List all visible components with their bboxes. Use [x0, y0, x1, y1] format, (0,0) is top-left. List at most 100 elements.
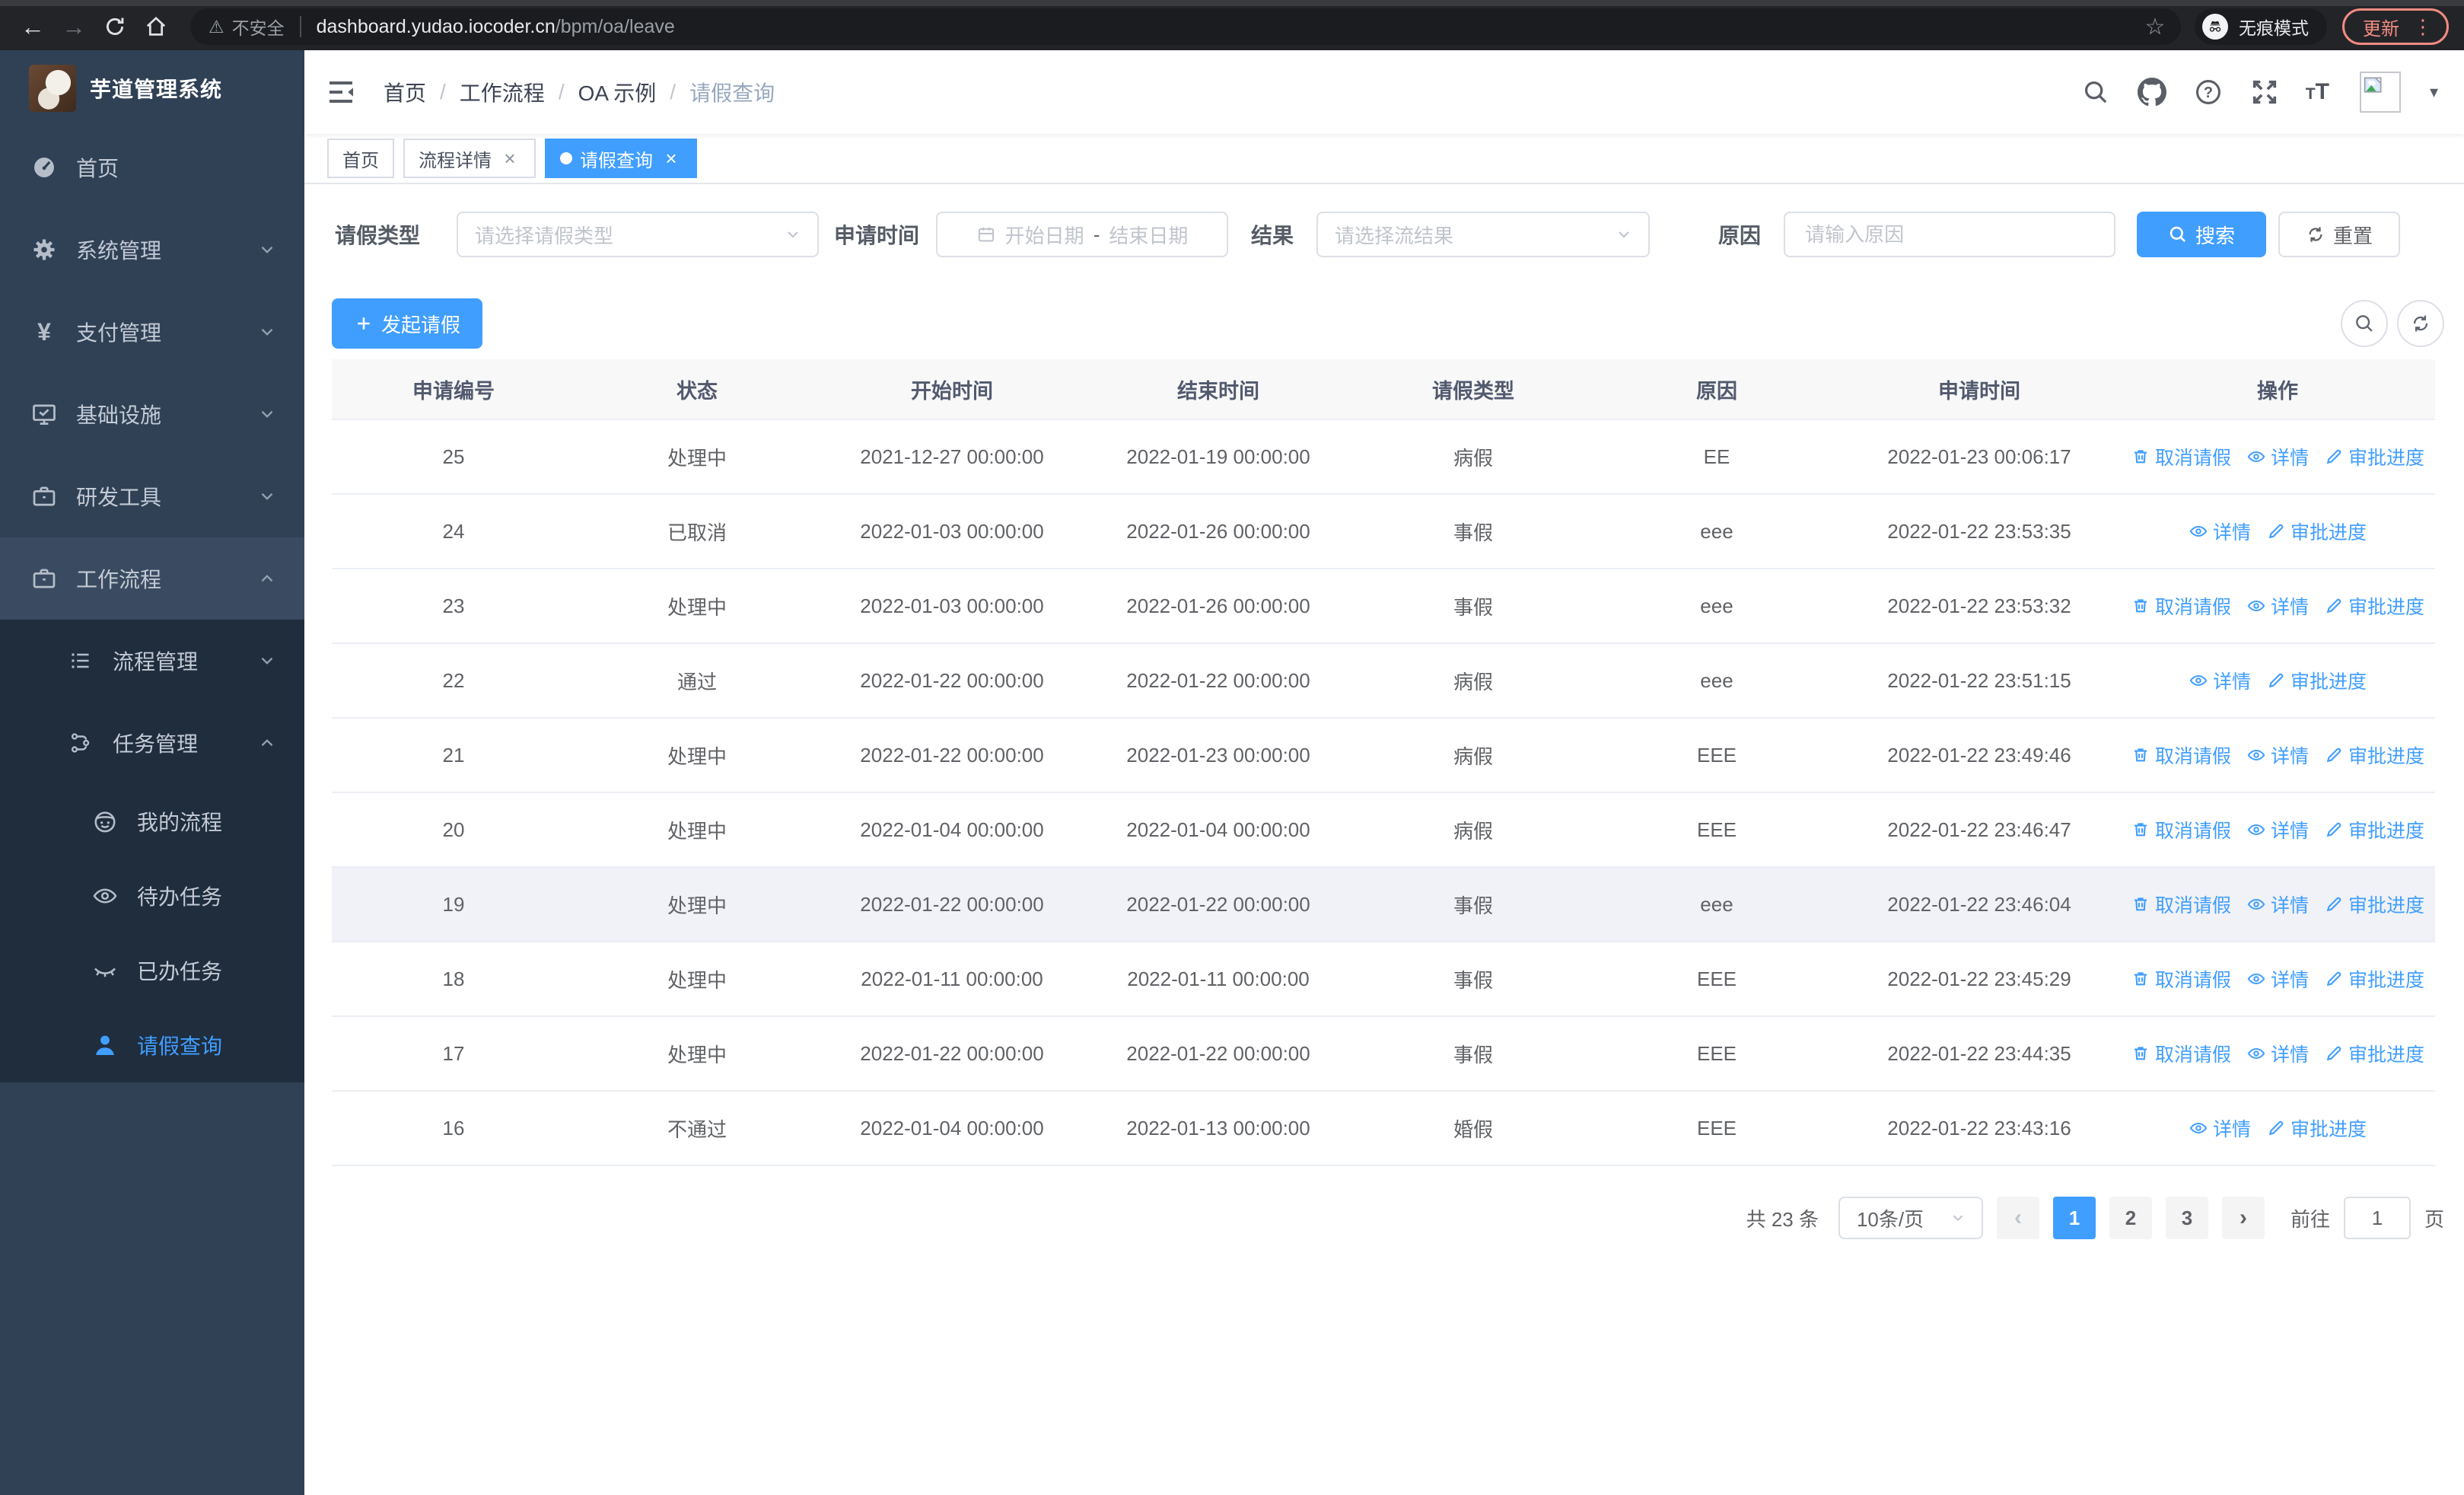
github-icon[interactable] — [2137, 77, 2167, 107]
goto-page-input[interactable] — [2343, 1197, 2411, 1239]
cancel-action-link[interactable]: 取消请假 — [2131, 1040, 2231, 1067]
sidebar-item-支付管理[interactable]: ¥ 支付管理 — [0, 291, 304, 373]
sidebar-item-请假查询[interactable]: 请假查询 — [0, 1008, 304, 1082]
reload-icon[interactable] — [94, 6, 135, 47]
prev-page-button[interactable]: ‹ — [1996, 1197, 2039, 1239]
apply-time-label: 申请时间 — [834, 224, 920, 247]
help-icon[interactable]: ? — [2193, 77, 2224, 107]
cancel-action-link[interactable]: 取消请假 — [2131, 816, 2231, 843]
page-size-select[interactable]: 10条/页 — [1838, 1197, 1983, 1239]
tab-流程详情[interactable]: 流程详情 × — [403, 139, 536, 178]
pen-icon — [2324, 969, 2344, 989]
cancel-action-link[interactable]: 取消请假 — [2131, 592, 2231, 620]
chevron-down-icon — [257, 651, 277, 671]
sidebar-item-研发工具[interactable]: 研发工具 — [0, 455, 304, 537]
close-icon[interactable]: × — [499, 147, 520, 171]
detail-action-link[interactable]: 详情 — [2189, 667, 2251, 694]
eye-sm-icon — [2246, 894, 2266, 914]
site-security[interactable]: ⚠ 不安全 — [209, 14, 285, 40]
sidebar-item-label: 待办任务 — [137, 885, 223, 909]
detail-action-link[interactable]: 详情 — [2246, 741, 2309, 769]
forward-icon[interactable]: → — [53, 6, 94, 47]
progress-action-link[interactable]: 审批进度 — [2324, 741, 2424, 769]
breadcrumb-item[interactable]: 首页 — [384, 77, 426, 107]
progress-action-link[interactable]: 审批进度 — [2324, 443, 2424, 470]
cell-status: 已取消 — [667, 521, 727, 544]
collapse-sidebar-icon[interactable] — [326, 75, 359, 109]
progress-action-link[interactable]: 审批进度 — [2266, 518, 2367, 545]
sidebar-logo-row[interactable]: 芋道管理系统 — [0, 50, 304, 126]
leave-type-select[interactable]: 请选择请假类型 — [457, 212, 820, 257]
sidebar-item-已办任务[interactable]: 已办任务 — [0, 933, 304, 1008]
create-leave-button[interactable]: 发起请假 — [332, 298, 482, 349]
cancel-action-link[interactable]: 取消请假 — [2131, 443, 2231, 470]
detail-action-link[interactable]: 详情 — [2189, 1114, 2251, 1142]
tab-首页[interactable]: 首页 — [327, 139, 394, 178]
cancel-action-link[interactable]: 取消请假 — [2131, 741, 2231, 769]
detail-action-link[interactable]: 详情 — [2246, 592, 2309, 620]
pen-icon — [2324, 820, 2344, 840]
reason-input[interactable] — [1802, 221, 2098, 248]
progress-action-link[interactable]: 审批进度 — [2324, 965, 2424, 993]
cancel-action-link[interactable]: 取消请假 — [2131, 965, 2231, 993]
detail-action-link[interactable]: 详情 — [2189, 518, 2251, 545]
detail-action-link[interactable]: 详情 — [2246, 965, 2309, 993]
browser-menu-icon[interactable]: ⋮ — [2413, 15, 2433, 39]
progress-action-link[interactable]: 审批进度 — [2324, 1040, 2424, 1067]
cancel-action-link[interactable]: 取消请假 — [2131, 891, 2231, 918]
breadcrumb-item[interactable]: 工作流程 — [460, 77, 545, 107]
refresh-table-button[interactable] — [2397, 300, 2444, 347]
cell-id: 23 — [442, 594, 465, 617]
fullscreen-icon[interactable] — [2249, 77, 2280, 107]
result-select[interactable]: 请选择流结果 — [1316, 212, 1651, 257]
cell-start: 2022-01-04 00:00:00 — [860, 818, 1044, 841]
toggle-search-button[interactable] — [2341, 300, 2388, 347]
page-button-3[interactable]: 3 — [2165, 1197, 2208, 1239]
progress-action-link[interactable]: 审批进度 — [2266, 667, 2367, 694]
address-bar[interactable]: ⚠ 不安全 dashboard.yudao.iocoder.cn/bpm/oa/… — [190, 8, 2181, 45]
browser-toolbar: ← → ⚠ 不安全 dashboard.yudao.iocoder.cn/bpm… — [0, 0, 2464, 50]
sidebar-item-我的流程[interactable]: 我的流程 — [0, 784, 304, 859]
progress-action-link[interactable]: 审批进度 — [2266, 1114, 2367, 1142]
cell-status: 处理中 — [667, 744, 727, 768]
search-icon[interactable] — [2080, 77, 2111, 107]
detail-action-link[interactable]: 详情 — [2246, 1040, 2309, 1067]
search-button[interactable]: 搜索 — [2137, 212, 2267, 257]
home-icon[interactable] — [135, 6, 177, 47]
trash-icon — [2131, 447, 2150, 467]
close-icon[interactable]: × — [661, 147, 682, 171]
sidebar-item-首页[interactable]: 首页 — [0, 126, 304, 209]
progress-action-link[interactable]: 审批进度 — [2324, 592, 2424, 620]
sidebar-item-系统管理[interactable]: 系统管理 — [0, 209, 304, 291]
back-icon[interactable]: ← — [12, 6, 53, 47]
progress-action-link[interactable]: 审批进度 — [2324, 816, 2424, 843]
sidebar-item-工作流程[interactable]: 工作流程 — [0, 537, 304, 620]
user-icon — [91, 1031, 119, 1059]
update-chip[interactable]: 更新 ⋮ — [2342, 8, 2449, 45]
page-button-1[interactable]: 1 — [2052, 1197, 2096, 1239]
apply-time-range[interactable]: 开始日期 - 结束日期 — [936, 212, 1229, 257]
breadcrumb: 首页 / 工作流程 / OA 示例 / 请假查询 — [384, 77, 775, 107]
cell-type: 病假 — [1453, 670, 1493, 693]
reset-button[interactable]: 重置 — [2278, 212, 2401, 257]
detail-action-link[interactable]: 详情 — [2246, 891, 2309, 918]
detail-action-link[interactable]: 详情 — [2246, 816, 2309, 843]
avatar-caret-icon[interactable]: ▾ — [2430, 82, 2438, 102]
sidebar-item-待办任务[interactable]: 待办任务 — [0, 859, 304, 933]
tab-请假查询[interactable]: 请假查询 × — [545, 139, 697, 178]
briefcase-icon — [30, 483, 58, 510]
sidebar-item-任务管理[interactable]: 任务管理 — [0, 702, 304, 784]
table-row: 21 处理中 2022-01-22 00:00:00 2022-01-23 00:00… — [332, 719, 2435, 793]
page-button-2[interactable]: 2 — [2109, 1197, 2152, 1239]
sidebar-item-流程管理[interactable]: 流程管理 — [0, 620, 304, 702]
avatar[interactable] — [2359, 72, 2401, 113]
font-size-icon[interactable]: TT — [2306, 79, 2329, 105]
app-logo — [29, 65, 76, 112]
sidebar-item-基础设施[interactable]: 基础设施 — [0, 373, 304, 455]
gear-icon — [30, 236, 58, 263]
next-page-button[interactable]: › — [2221, 1197, 2265, 1239]
progress-action-link[interactable]: 审批进度 — [2324, 891, 2424, 918]
bookmark-star-icon[interactable]: ☆ — [2137, 14, 2173, 40]
detail-action-link[interactable]: 详情 — [2246, 443, 2309, 470]
breadcrumb-item[interactable]: OA 示例 — [578, 77, 657, 107]
